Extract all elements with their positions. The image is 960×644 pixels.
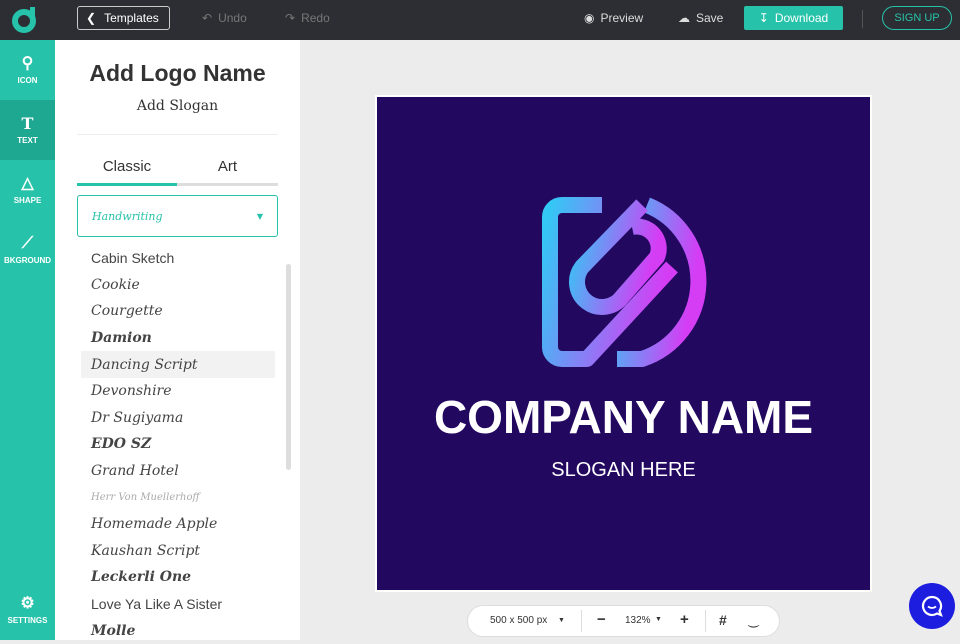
rail-text[interactable]: T TEXT <box>0 100 55 160</box>
slogan-text[interactable]: SLOGAN HERE <box>377 459 870 482</box>
design-canvas[interactable]: COMPANY NAME SLOGAN HERE <box>377 97 870 590</box>
templates-button[interactable]: ❮ Templates <box>77 6 170 30</box>
grid-icon[interactable]: # <box>719 612 727 628</box>
chevron-left-icon: ❮ <box>86 11 97 25</box>
top-bar: ❮ Templates ↶ Undo ↷ Redo ◉ Preview ☁ Save ↧ D… <box>0 0 960 40</box>
zoom-toolbar: 500 x 500 px ▼ − 132% ▼ + # ⏝ <box>467 605 780 637</box>
font-list: Cabin Sketch Cookie Courgette Damion Dancing… <box>81 245 275 644</box>
download-label: Download <box>774 11 829 25</box>
undo-label: Undo <box>218 11 247 25</box>
redo-icon: ↷ <box>285 11 296 25</box>
templates-label: Templates <box>104 11 159 25</box>
slogan-field[interactable]: Add Slogan <box>55 98 300 114</box>
logo-name-field[interactable]: Add Logo Name <box>55 60 300 87</box>
preview-button[interactable]: ◉ Preview <box>584 11 643 25</box>
company-name-text[interactable]: COMPANY NAME <box>377 390 870 444</box>
divider <box>705 610 706 632</box>
divider <box>581 610 582 632</box>
rail-label: ICON <box>17 75 38 85</box>
chat-icon <box>921 595 943 617</box>
font-category-select[interactable]: Handwriting ▼ <box>77 195 278 237</box>
rail-label: SHAPE <box>13 195 42 205</box>
divider <box>77 134 278 135</box>
logo-mark-icon <box>542 197 707 367</box>
text-panel: Add Logo Name Add Slogan Classic Art Han… <box>55 40 300 640</box>
tab-classic[interactable]: Classic <box>77 158 177 186</box>
font-option[interactable]: Herr Von Muellerhoff <box>81 484 275 511</box>
font-option[interactable]: Love Ya Like A Sister <box>81 591 275 618</box>
rail-label: SETTINGS <box>7 615 48 625</box>
rail-icon[interactable]: ⚲ ICON <box>0 40 55 100</box>
search-icon: ⚲ <box>21 54 34 72</box>
font-option[interactable]: Grand Hotel <box>81 458 275 485</box>
eye-icon: ◉ <box>584 11 595 25</box>
download-icon: ↧ <box>758 11 769 25</box>
preview-label: Preview <box>600 11 644 25</box>
app-logo[interactable] <box>12 5 40 33</box>
canvas-size-select[interactable]: 500 x 500 px <box>490 615 547 626</box>
rail-shape[interactable]: △ SHAPE <box>0 160 55 220</box>
font-option[interactable]: Homemade Apple <box>81 511 275 538</box>
caret-down-icon[interactable]: ▼ <box>558 617 565 624</box>
font-option[interactable]: Dr Sugiyama <box>81 405 275 432</box>
rail-label: BKGROUND <box>3 255 52 265</box>
cloud-upload-icon: ☁ <box>678 11 690 25</box>
caret-down-icon[interactable]: ▼ <box>655 616 662 623</box>
download-button[interactable]: ↧ Download <box>744 6 843 30</box>
background-icon: ⟋ <box>21 234 34 252</box>
rail-label: TEXT <box>17 135 38 145</box>
rail-background[interactable]: ⟋ BKGROUND <box>0 220 55 280</box>
font-option[interactable]: Devonshire <box>81 378 275 405</box>
font-option[interactable]: Cookie <box>81 272 275 299</box>
align-icon[interactable]: ⏝ <box>748 613 760 628</box>
text-icon: T <box>21 113 34 133</box>
font-option[interactable]: Leckerli One <box>81 564 275 591</box>
font-option[interactable]: Cabin Sketch <box>81 245 275 272</box>
rail-settings[interactable]: ⚙ SETTINGS <box>0 580 55 640</box>
category-value: Handwriting <box>92 209 163 223</box>
font-option[interactable]: Damion <box>81 325 275 352</box>
tool-rail: ⚲ ICON T TEXT △ SHAPE ⟋ BKGROUND ⚙ SETTINGS <box>0 40 55 640</box>
zoom-in-icon[interactable]: + <box>680 611 689 628</box>
undo-icon: ↶ <box>202 11 213 25</box>
undo-button[interactable]: ↶ Undo <box>202 11 247 25</box>
caret-down-icon: ▼ <box>256 211 263 221</box>
font-option[interactable]: Dancing Script <box>81 351 275 378</box>
font-option[interactable]: Courgette <box>81 298 275 325</box>
redo-button[interactable]: ↷ Redo <box>285 11 330 25</box>
tab-art[interactable]: Art <box>177 158 278 186</box>
redo-label: Redo <box>301 11 330 25</box>
chat-button[interactable] <box>909 583 955 629</box>
save-label: Save <box>696 11 724 25</box>
save-button[interactable]: ☁ Save <box>678 11 723 25</box>
divider <box>862 10 863 28</box>
gear-icon: ⚙ <box>20 594 35 612</box>
zoom-level-select[interactable]: 132% <box>625 615 651 626</box>
font-option[interactable]: Kaushan Script <box>81 538 275 565</box>
signup-button[interactable]: SIGN UP <box>882 6 952 30</box>
scrollbar[interactable] <box>286 264 291 470</box>
shape-icon: △ <box>21 174 34 192</box>
font-option[interactable]: EDO SZ <box>81 431 275 458</box>
zoom-out-icon[interactable]: − <box>597 611 606 628</box>
